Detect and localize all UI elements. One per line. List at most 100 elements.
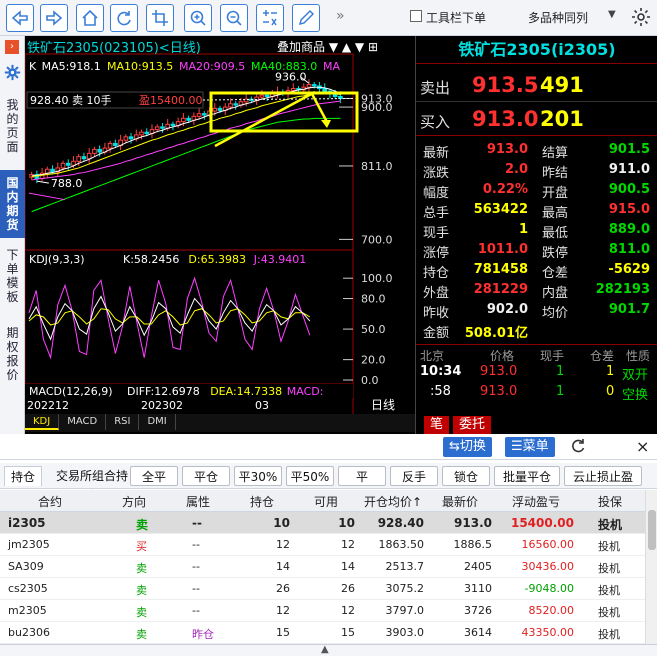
buy-row[interactable]: 买入 913.0 201 [416,104,657,136]
sidebar-item-domestic-futures[interactable]: 国内期货 [4,176,21,232]
candle-body [86,152,92,160]
col-holding[interactable]: 持仓 [250,493,274,510]
stat-label: 幅度 [423,186,450,201]
cell-floating-pnl: -9048.00 [524,582,574,595]
close-icon[interactable]: × [636,437,649,456]
col-contract[interactable]: 合约 [38,493,62,510]
cell-available: 10 [338,516,355,530]
pen-icon[interactable] [292,4,320,32]
tick-head-diff: 仓差 [590,349,615,363]
table-row[interactable]: SA309 卖 -- 14 14 2513.7 2405 30436.00 投机 [0,556,645,578]
tick-price: 913.0 [480,384,518,399]
col-last-price[interactable]: 最新价 [442,493,478,510]
cell-direction: 卖 [136,584,147,597]
sell-label: 卖出 [420,79,451,97]
collapse-arrow-icon[interactable]: › [5,40,19,54]
toolbar-order-checkbox[interactable] [410,10,422,22]
cell-contract: bu2306 [8,626,50,639]
multi-variety-label[interactable]: 多品种同列 [528,9,588,26]
kdj-value: D:65.3983 [188,253,246,266]
more-icon[interactable]: » [336,8,345,24]
close-30-button[interactable]: 平30% [234,466,282,486]
stat-label: 最高 [542,206,569,221]
refresh-icon[interactable] [110,4,138,32]
home-icon[interactable] [76,4,104,32]
zoom-out-icon[interactable] [220,4,248,32]
stat-label: 仓差 [542,266,569,281]
reverse-button[interactable]: 反手 [390,466,438,486]
crop-icon[interactable] [146,4,174,32]
tab-trades[interactable]: 笔 [424,416,450,434]
table-scrollbar[interactable] [645,490,657,644]
close-position-button[interactable]: 平仓 [182,466,230,486]
scrollbar-thumb[interactable] [648,510,656,550]
chevron-up-icon[interactable]: ▲ [321,644,329,655]
candle-body [306,84,312,88]
candle-body [154,126,160,131]
tick-nature: 双开 [622,368,649,383]
overlay-commodity-button[interactable]: 叠加商品 ▼ ▲ ▼ ⊞ [277,38,378,55]
buy-label: 买入 [420,113,451,131]
close-all-button[interactable]: 全平 [130,466,178,486]
cell-available: 15 [341,626,355,639]
refresh-icon[interactable] [570,438,586,457]
close-100-button[interactable]: 平100% [338,466,386,504]
marker-low-label: 788.0 [51,177,83,190]
tab-positions[interactable]: 持仓 [4,466,42,486]
stat-label: 昨结 [542,166,569,181]
back-arrow-icon[interactable] [6,4,34,32]
tab-kdj[interactable]: KDJ [25,414,60,430]
col-attribute[interactable]: 属性 [186,493,210,510]
table-row[interactable]: jm2305 买 -- 12 12 1863.50 1886.5 16560.00 投机 [0,534,645,556]
cell-contract: jm2305 [8,538,50,551]
sidebar-item-option-quote[interactable]: 期权报价 [4,326,21,382]
kdj-tick-label: 20.0 [361,354,386,367]
table-row[interactable]: cs2305 卖 -- 26 26 3075.2 3110 -9048.00 投机 [0,578,645,600]
formula-icon[interactable] [256,4,284,32]
cloud-stop-button[interactable]: 云止损止盈 [564,466,642,486]
menu-button[interactable]: ☰菜单 [505,437,555,457]
col-floating-pnl[interactable]: 浮动盈亏 [512,493,560,510]
col-hedge-type[interactable]: 投保 [598,493,622,510]
tick-head-vol: 现手 [540,349,565,363]
candle-body [311,84,317,87]
gear-icon[interactable] [4,64,21,84]
zoom-in-icon[interactable] [184,4,212,32]
cell-last-price: 2405 [464,560,492,573]
forward-arrow-icon[interactable] [40,4,68,32]
col-available[interactable]: 可用 [314,493,338,510]
settings-gear-icon[interactable] [631,7,651,30]
tab-exchange-combo[interactable]: 交易所组合持仓 [54,466,130,503]
quote-stat-row: 最新 913.0 结算 901.5 [416,142,657,162]
close-50-button[interactable]: 平50% [286,466,334,486]
candle-body [65,162,71,166]
tab-rsi[interactable]: RSI [106,414,140,430]
lock-button[interactable]: 锁仓 [442,466,490,486]
chevron-down-icon[interactable]: ▼ [608,9,616,20]
quote-stat-row: 金额 508.01亿 [416,322,657,342]
quote-stat-row: 外盘 281229 内盘 282193 [416,282,657,302]
candle-body [259,94,265,98]
col-open-avg[interactable]: 开仓均价↑ [364,493,422,510]
sidebar-item-order-template[interactable]: 下单模板 [4,248,21,304]
tick-head-price: 价格 [490,349,515,363]
tab-orders[interactable]: 委托 [453,416,492,434]
table-row[interactable]: i2305 卖 -- 10 10 928.40 913.0 15400.00 投机 [0,512,645,534]
tab-dmi[interactable]: DMI [139,414,176,430]
sell-row[interactable]: 卖出 913.5 491 [416,70,657,102]
buy-price[interactable]: 913.0 [472,107,538,131]
sell-price[interactable]: 913.5 [472,73,538,97]
kline-chart[interactable]: K MA5:918.1 MA10:913.5 MA20:909.5 MA40:883.0… [25,36,415,414]
sell-volume: 491 [540,73,584,97]
batch-close-button[interactable]: 批量平仓 [494,466,560,486]
stat-label: 结算 [542,146,569,161]
cell-direction: 卖 [136,606,147,619]
table-row[interactable]: bu2306 卖 昨仓 15 15 3903.0 3614 43350.00 投机 [0,622,645,644]
table-row[interactable]: m2305 卖 -- 12 12 3797.0 3726 8520.00 投机 [0,600,645,622]
kline-chart-panel[interactable]: K MA5:918.1 MA10:913.5 MA20:909.5 MA40:883.0… [25,36,415,434]
switch-button[interactable]: ⇆切换 [443,437,492,457]
col-direction[interactable]: 方向 [122,493,146,510]
kdj-value: K:58.2456 [123,253,179,266]
tab-macd[interactable]: MACD [59,414,107,430]
sidebar-item-my-page[interactable]: 我的页面 [4,98,21,154]
